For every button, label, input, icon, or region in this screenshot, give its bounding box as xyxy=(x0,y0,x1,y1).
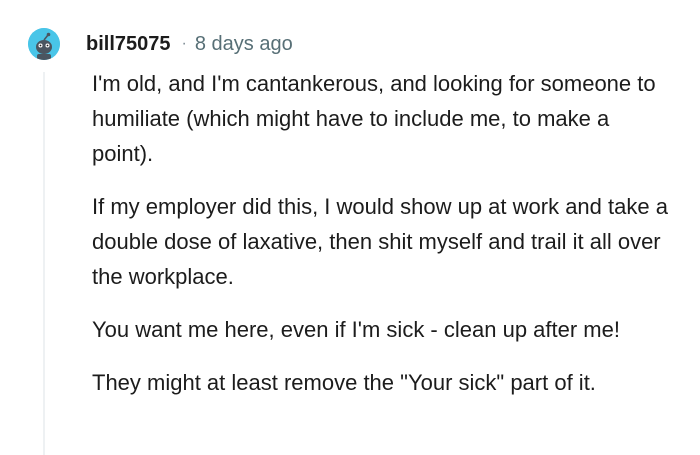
avatar[interactable] xyxy=(28,28,60,60)
comment-paragraph: I'm old, and I'm cantankerous, and looki… xyxy=(92,71,656,166)
separator-dot: · xyxy=(181,35,187,52)
comment-paragraph: If my employer did this, I would show up… xyxy=(92,194,668,289)
comment-paragraph: You want me here, even if I'm sick - cle… xyxy=(92,317,620,342)
comment: bill75075 · 8 days ago I'm old, and I'm … xyxy=(0,0,700,455)
comment-paragraph: They might at least remove the "Your sic… xyxy=(92,370,596,395)
username[interactable]: bill75075 xyxy=(86,33,171,56)
snoo-avatar-icon xyxy=(28,28,60,60)
timestamp[interactable]: 8 days ago xyxy=(195,33,293,56)
comment-body: I'm old, and I'm cantankerous, and looki… xyxy=(92,66,672,418)
comment-meta: bill75075 · 8 days ago xyxy=(86,32,293,56)
thread-line[interactable] xyxy=(43,72,45,455)
